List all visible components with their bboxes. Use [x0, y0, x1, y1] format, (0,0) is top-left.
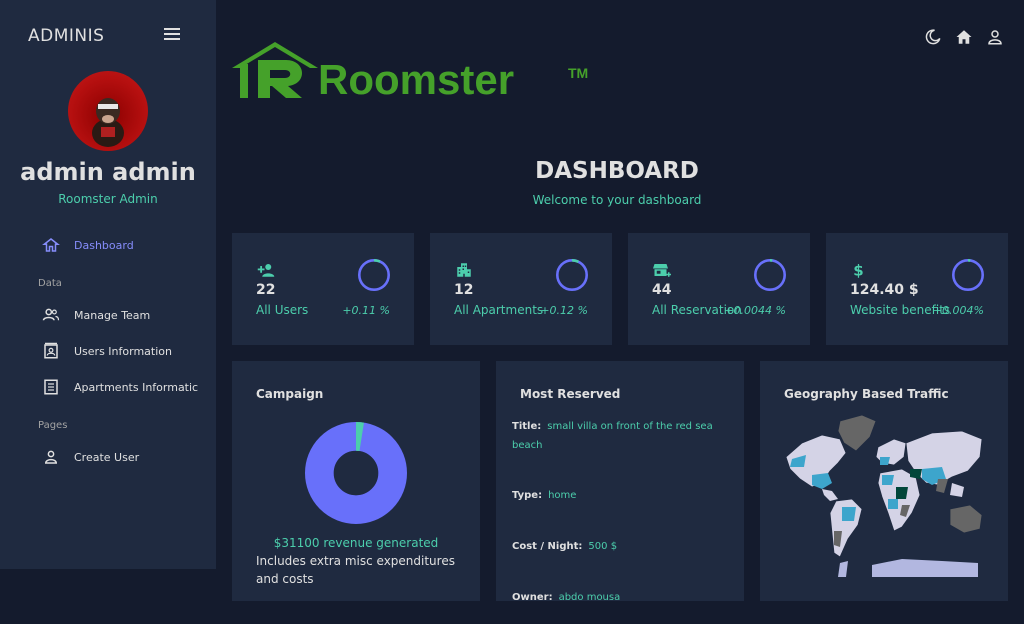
row-key: Cost / Night:: [512, 541, 583, 552]
stat-value: 124.40 $: [850, 282, 919, 298]
stat-increase: +0.11 %: [342, 304, 390, 317]
row-value: abdo mousa: [558, 592, 621, 601]
page-title: DASHBOARD: [535, 158, 699, 184]
sidebar-item-label: Manage Team: [74, 308, 151, 322]
sidebar: ADMINIS admin admin Roomster Admin Dashb…: [0, 0, 216, 569]
sidebar-item-label: Apartments Informatic: [74, 380, 199, 394]
stat-increase: +0.12 %: [540, 304, 588, 317]
brand-title: ADMINIS: [28, 26, 105, 46]
sidebar-item-label: Users Information: [74, 344, 172, 358]
roomster-logo: Roomster TM: [232, 42, 588, 102]
receipt-icon: [44, 379, 58, 395]
sidebar-item-apartments-information[interactable]: Apartments Informatic: [42, 375, 216, 399]
section-label-data: Data: [38, 278, 62, 289]
person-icon: [44, 450, 58, 464]
apartment-icon: [457, 263, 471, 277]
campaign-progress-ring: [305, 422, 407, 524]
stat-card-users: 22 All Users +0.11 %: [232, 233, 414, 345]
logo-tm: TM: [568, 65, 588, 81]
sidebar-item-users-information[interactable]: Users Information: [42, 339, 216, 363]
person-icon[interactable]: [986, 28, 1004, 46]
reserved-cost-row: Cost / Night: 500 $: [512, 537, 732, 556]
ring-track: [358, 259, 390, 291]
progress-ring: [358, 259, 390, 291]
campaign-panel: Campaign $31100 revenue generated Includ…: [232, 361, 480, 601]
geography-panel: Geography Based Traffic: [760, 361, 1008, 601]
menu-toggle-button[interactable]: [164, 28, 180, 42]
sidebar-item-manage-team[interactable]: Manage Team: [42, 303, 216, 327]
stat-value: 44: [652, 282, 672, 298]
stat-label: All Apartments: [454, 303, 544, 317]
logo-text: Roomster: [318, 56, 514, 102]
user-role: Roomster Admin: [58, 192, 158, 206]
home-icon[interactable]: [955, 28, 973, 46]
row-key: Type:: [512, 490, 543, 501]
ring-track: [952, 259, 984, 291]
page-subtitle: Welcome to your dashboard: [532, 193, 702, 207]
most-reserved-panel: Most Reserved Title: small villa on front…: [496, 361, 744, 601]
row-value: home: [548, 490, 577, 501]
row-value: 500 $: [588, 541, 618, 552]
stat-card-apartments: 12 All Apartments +0.12 %: [430, 233, 612, 345]
row-key: Owner:: [512, 592, 553, 601]
world-map[interactable]: [782, 413, 986, 577]
progress-ring: [754, 259, 786, 291]
section-label-pages: Pages: [38, 420, 68, 431]
stat-value: 22: [256, 282, 276, 298]
stat-increase: +0.004%: [932, 304, 984, 317]
sidebar-item-label: Dashboard: [74, 238, 134, 252]
stat-increase: +0.0044 %: [724, 304, 786, 317]
home-outline-icon: [42, 238, 60, 252]
reserved-type-row: Type: home: [512, 486, 732, 505]
avatar: [68, 71, 148, 151]
stat-label: All Users: [256, 303, 309, 317]
campaign-revenue: $31100 revenue generated: [273, 536, 439, 550]
campaign-note: Includes extra misc expenditures and cos…: [256, 554, 455, 586]
row-key: Title:: [512, 421, 542, 432]
progress-ring: [556, 259, 588, 291]
panel-title: Most Reserved: [520, 387, 621, 401]
ring-track: [754, 259, 786, 291]
dark-mode-icon[interactable]: [924, 28, 942, 46]
row-value: small villa on front of the red sea beac…: [512, 421, 713, 451]
sidebar-item-dashboard[interactable]: Dashboard: [42, 233, 216, 257]
user-name: admin admin: [20, 158, 196, 186]
person-add-icon: [257, 264, 275, 277]
svg-text:$: $: [853, 261, 863, 279]
dollar-icon: $: [853, 261, 863, 279]
store-add-icon: [653, 264, 671, 277]
reserved-owner-row: Owner: abdo mousa: [512, 588, 732, 601]
stat-value: 12: [454, 282, 474, 298]
panel-title: Campaign: [256, 387, 324, 401]
panel-title: Geography Based Traffic: [784, 387, 949, 401]
stat-card-reservation: 44 All Reservation +0.0044 %: [628, 233, 810, 345]
ring-track: [556, 259, 588, 291]
contacts-icon: [44, 342, 58, 359]
progress-ring: [952, 259, 984, 291]
stat-card-benefits: $ 124.40 $ Website benefits +0.004%: [826, 233, 1008, 345]
sidebar-item-create-user[interactable]: Create User: [42, 445, 216, 469]
sidebar-item-label: Create User: [74, 450, 140, 464]
reserved-title-row: Title: small villa on front of the red se…: [512, 417, 732, 455]
people-icon: [42, 308, 60, 321]
